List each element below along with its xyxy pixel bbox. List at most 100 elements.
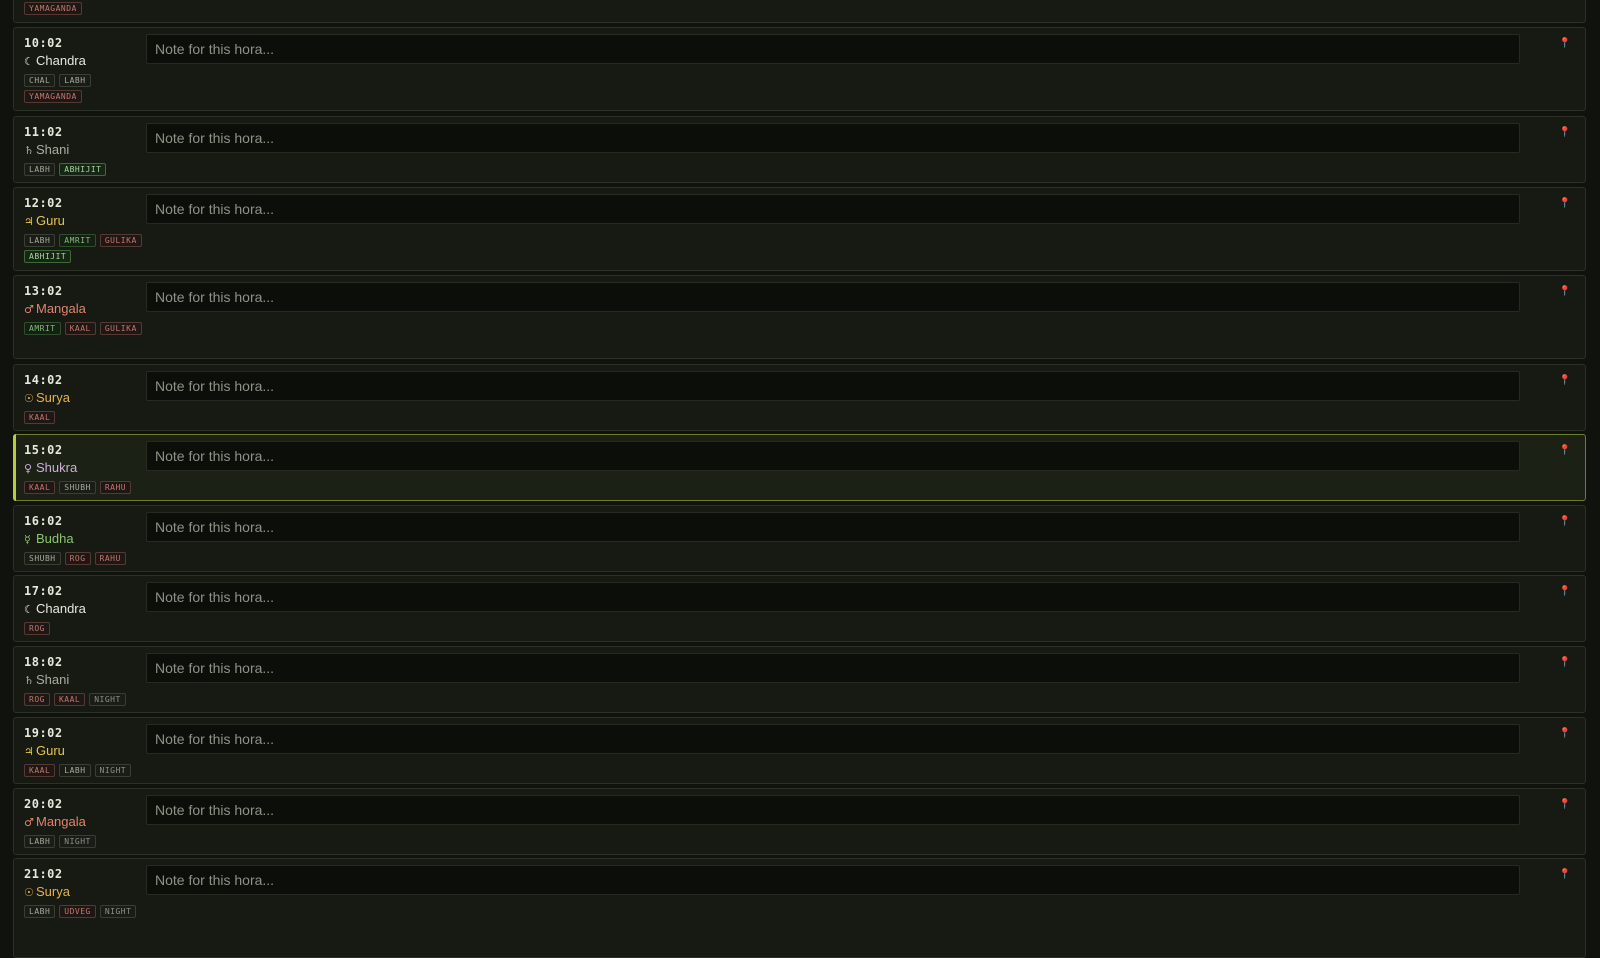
pin-icon[interactable]: 📍 — [1559, 657, 1571, 668]
planet-name: Chandra — [36, 53, 86, 68]
planet-name: Surya — [36, 390, 70, 405]
tag-badge: LABH — [24, 163, 56, 176]
planet-label: ☾ Chandra — [24, 601, 86, 616]
note-input[interactable] — [146, 441, 1520, 471]
pin-icon[interactable]: 📍 — [1559, 869, 1571, 880]
planet-icon: ☉ — [24, 392, 34, 405]
hora-row: 12:02 ♃Guru LABHAMRITGULIKA ABHIJIT 📍 — [13, 187, 1586, 271]
tag-badge: ROG — [64, 552, 91, 565]
planet-label: ♄ Shani — [24, 672, 69, 687]
pin-icon[interactable]: 📍 — [1559, 728, 1571, 739]
planet-label: ♄ Shani — [24, 142, 69, 157]
planet-icon: ☉ — [24, 886, 34, 899]
pin-icon[interactable]: 📍 — [1559, 127, 1571, 138]
tag-badge: RAHU — [99, 481, 132, 494]
pin-icon[interactable]: 📍 — [1559, 445, 1571, 456]
tag-badge: SHUBH — [59, 481, 96, 494]
hora-row: 17:02 ☾Chandra ROG 📍 — [13, 575, 1586, 642]
hora-row: 14:02 ☉Surya KAAL 📍 — [13, 364, 1586, 431]
note-input[interactable] — [146, 194, 1520, 224]
tag-list: AMRIT KAAL GULIKA — [24, 322, 142, 335]
tag-badge: YAMAGANDA — [24, 90, 82, 103]
planet-label: ♃ Guru — [24, 213, 65, 228]
tag-list: KAAL LABH NIGHT — [24, 764, 142, 777]
note-input[interactable] — [146, 724, 1520, 754]
planet-icon: ☾ — [24, 603, 34, 616]
tag-badge: SHUBH — [24, 552, 61, 565]
tag-list: LABH ABHIJIT — [24, 163, 142, 176]
tag-list: YAMAGANDA — [24, 2, 142, 15]
pin-icon[interactable]: 📍 — [1559, 38, 1571, 49]
pin-icon[interactable]: 📍 — [1559, 586, 1571, 597]
tag-badge: CHAL — [24, 74, 56, 87]
tag-list: KAAL SHUBH RAHU — [24, 481, 142, 494]
tag-badge: UDVEG — [59, 905, 96, 918]
tag-badge: LABH — [24, 835, 56, 848]
hora-time: 16:02 — [24, 514, 63, 528]
planet-name: Shani — [36, 672, 70, 687]
tag-list: LABH AMRIT GULIKA ABHIJIT — [24, 234, 142, 263]
hora-row: 19:02 ♃Guru KAALLABHNIGHT 📍 — [13, 717, 1586, 784]
tag-badge: AMRIT — [24, 322, 61, 335]
planet-name: Mangala — [36, 814, 86, 829]
tag-list: SHUBH ROG RAHU — [24, 552, 142, 565]
tag-list: ROG KAAL NIGHT — [24, 693, 142, 706]
tag-badge: LABH — [24, 234, 56, 247]
planet-label: ♂ Mangala — [24, 814, 86, 829]
tag-badge: GULIKA — [99, 322, 142, 335]
tag-badge: AMRIT — [59, 234, 96, 247]
planet-name: Mangala — [36, 301, 86, 316]
tag-list: KAAL — [24, 411, 142, 424]
planet-icon: ♂ — [24, 816, 34, 829]
hora-row: 21:02 ☉Surya LABHUDVEGNIGHT 📍 — [13, 858, 1586, 958]
tag-badge: KAAL — [24, 411, 56, 424]
tag-badge: LABH — [24, 905, 56, 918]
note-input[interactable] — [146, 512, 1520, 542]
planet-name: Guru — [36, 213, 65, 228]
hora-time: 10:02 — [24, 36, 63, 50]
hora-time: 18:02 — [24, 655, 63, 669]
pin-icon[interactable]: 📍 — [1559, 375, 1571, 386]
tag-badge: GULIKA — [99, 234, 142, 247]
tag-badge: NIGHT — [89, 693, 126, 706]
note-input[interactable] — [146, 371, 1520, 401]
planet-label: ♃ Guru — [24, 743, 65, 758]
pin-icon[interactable]: 📍 — [1559, 286, 1571, 297]
pin-icon[interactable]: 📍 — [1559, 516, 1571, 527]
hora-time: 19:02 — [24, 726, 63, 740]
note-input[interactable] — [146, 123, 1520, 153]
note-input[interactable] — [146, 282, 1520, 312]
hora-time: 12:02 — [24, 196, 63, 210]
hora-row: 16:02 ☿ Budha SHUBHROGRAHU 📍 — [13, 505, 1586, 572]
tag-badge: KAAL — [24, 764, 56, 777]
hora-time: 14:02 — [24, 373, 63, 387]
planet-name: Shani — [36, 142, 70, 157]
tag-badge: NIGHT — [99, 905, 137, 918]
note-input[interactable] — [146, 795, 1520, 825]
planet-name: Guru — [36, 743, 65, 758]
tag-badge: ABHIJIT — [24, 250, 72, 263]
planet-icon: ♀ — [24, 462, 33, 475]
tag-badge: ABHIJIT — [59, 163, 107, 176]
planet-name: Surya — [36, 884, 70, 899]
tag-badge: LABH — [59, 764, 91, 777]
planet-label: ☉ Surya — [24, 884, 70, 899]
note-input[interactable] — [146, 582, 1520, 612]
note-input[interactable] — [146, 34, 1520, 64]
hora-row-partial: YAMAGANDA — [13, 0, 1586, 23]
tag-list: CHAL LABH YAMAGANDA — [24, 74, 142, 103]
tag-badge: KAAL — [24, 481, 56, 494]
tag-badge: ROG — [24, 693, 50, 706]
planet-name: Chandra — [36, 601, 86, 616]
tag-list: LABH UDVEG NIGHT — [24, 905, 142, 918]
planet-icon: ♃ — [24, 215, 34, 228]
hora-list: YAMAGANDA10:02☾ChandraCHALLABHYAMAGANDA📍… — [0, 0, 1600, 958]
tag-badge: KAAL — [64, 322, 96, 335]
note-input[interactable] — [146, 653, 1520, 683]
hora-row: 10:02 ☾Chandra CHALLABH YAMAGANDA 📍 — [13, 27, 1586, 111]
pin-icon[interactable]: 📍 — [1559, 799, 1571, 810]
hora-row: 15:02 ♀Shukra KAALSHUBHRAHU 📍 — [13, 434, 1586, 501]
pin-icon[interactable]: 📍 — [1559, 198, 1571, 209]
note-input[interactable] — [146, 865, 1520, 895]
hora-time: 21:02 — [24, 867, 63, 881]
